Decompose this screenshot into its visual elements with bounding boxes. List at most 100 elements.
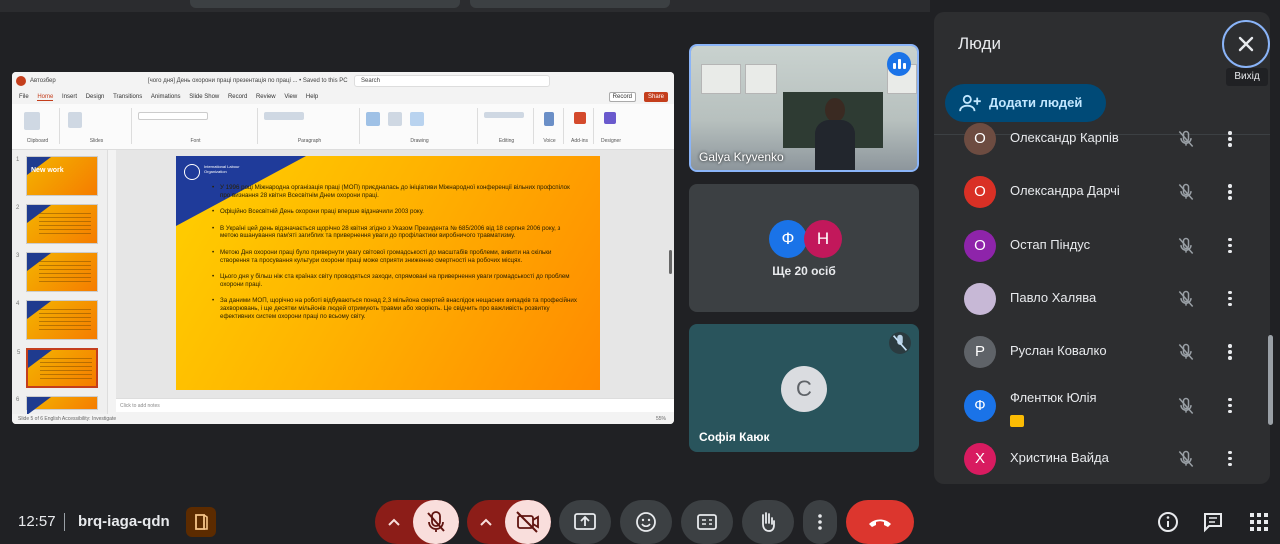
- participant-options-icon[interactable]: [1224, 127, 1236, 151]
- new-slide-icon[interactable]: [68, 112, 82, 128]
- participant-options-icon[interactable]: [1224, 287, 1236, 311]
- shapes-icon[interactable]: [366, 112, 380, 126]
- add-person-icon: [959, 94, 981, 112]
- close-panel-button[interactable]: [1222, 20, 1270, 68]
- slide-thumbnail-4[interactable]: 4: [16, 300, 98, 340]
- mic-off-icon[interactable]: [1176, 289, 1196, 309]
- camera-off-icon: [516, 511, 539, 533]
- menu-insert[interactable]: Insert: [62, 94, 77, 100]
- avatar: О: [964, 176, 996, 209]
- mic-off-icon[interactable]: [1176, 342, 1196, 362]
- menu-review[interactable]: Review: [256, 94, 276, 100]
- end-call-button[interactable]: [846, 500, 914, 544]
- mic-off-icon[interactable]: [1176, 236, 1196, 256]
- paste-icon[interactable]: [24, 112, 40, 130]
- participant-name: Олександр Карпів: [1010, 130, 1119, 145]
- camera-toggle-button[interactable]: [505, 500, 551, 544]
- others-tile[interactable]: Ф Н Ще 20 осіб: [689, 184, 919, 312]
- slide-body: У 1996 році Міжнародна організація праці…: [210, 184, 580, 329]
- dictate-icon[interactable]: [544, 112, 554, 126]
- mic-off-icon[interactable]: [1176, 449, 1196, 469]
- mic-off-icon[interactable]: [1176, 129, 1196, 149]
- slide-scrollbar[interactable]: [669, 250, 672, 274]
- addins-icon[interactable]: [574, 112, 586, 124]
- panel-scrollbar[interactable]: [1268, 335, 1273, 425]
- divider: [64, 513, 65, 531]
- powerpoint-logo-icon: [16, 76, 26, 86]
- menu-transitions[interactable]: Transitions: [113, 94, 142, 100]
- mic-control[interactable]: [375, 500, 459, 544]
- participant-options-icon[interactable]: [1224, 234, 1236, 258]
- designer-icon[interactable]: [604, 112, 616, 124]
- presentation-tile[interactable]: Автозбер [чого дня] День охорони праці п…: [12, 72, 674, 424]
- speaker-video-tile[interactable]: Galya Kryvenko: [689, 44, 919, 172]
- participants-list: О Олександр Карпів О Олександра Дарчі О Остап…: [934, 123, 1270, 484]
- menu-design[interactable]: Design: [86, 94, 105, 100]
- slide-canvas[interactable]: International Labour Organization У 1996…: [116, 150, 674, 398]
- speaker-person: [815, 98, 855, 170]
- participant-row[interactable]: О Олександра Дарчі: [934, 166, 1270, 219]
- mic-off-icon[interactable]: [1176, 396, 1196, 416]
- meeting-details-button[interactable]: [1156, 510, 1180, 534]
- font-select[interactable]: [138, 112, 208, 120]
- menu-help[interactable]: Help: [306, 94, 318, 100]
- emoji-button[interactable]: [620, 500, 672, 544]
- participant-row[interactable]: Р Руслан Ковалко: [934, 326, 1270, 379]
- participant-row[interactable]: Х Христина Вайда: [934, 433, 1270, 484]
- menu-file[interactable]: File: [19, 94, 29, 100]
- menu-slideshow[interactable]: Slide Show: [189, 94, 219, 100]
- arrange-icon[interactable]: [388, 112, 402, 126]
- participant-name: Олександра Дарчі: [1010, 183, 1120, 199]
- raise-hand-icon: [762, 512, 775, 532]
- current-slide[interactable]: International Labour Organization У 1996…: [176, 156, 600, 390]
- wall-poster: [745, 64, 777, 94]
- participant-options-icon[interactable]: [1224, 394, 1236, 418]
- bullets-icon[interactable]: [264, 112, 304, 120]
- zoom-level[interactable]: 55%: [656, 414, 666, 424]
- activities-button[interactable]: [1247, 510, 1271, 534]
- participant-row[interactable]: Павло Халява: [934, 273, 1270, 326]
- participant-options-icon[interactable]: [1224, 447, 1236, 471]
- captions-button[interactable]: [681, 500, 733, 544]
- chat-button[interactable]: [1201, 510, 1225, 534]
- participant-name: Софія Каюк: [699, 430, 770, 444]
- share-button[interactable]: Share: [643, 92, 668, 102]
- menu-record[interactable]: Record: [228, 94, 247, 100]
- ppt-search-box[interactable]: Search: [354, 75, 550, 87]
- chevron-up-icon[interactable]: [375, 500, 413, 544]
- add-people-label: Додати людей: [989, 95, 1083, 110]
- participant-tile[interactable]: С Софія Каюк: [689, 324, 919, 452]
- meeting-code: brq-iaga-qdn: [78, 513, 170, 530]
- more-options-button[interactable]: [803, 500, 837, 544]
- more-options-icon: [818, 514, 822, 530]
- host-controls-button[interactable]: [186, 507, 216, 537]
- quick-styles-icon[interactable]: [410, 112, 424, 126]
- slide-thumbnail-5[interactable]: 5: [17, 348, 98, 388]
- menu-home[interactable]: Home: [37, 94, 54, 101]
- find-replace-icon[interactable]: [484, 112, 524, 118]
- participant-row[interactable]: О Олександр Карпів: [934, 113, 1270, 166]
- participant-options-icon[interactable]: [1224, 180, 1236, 204]
- participant-row[interactable]: Ф Флентюк Юлія: [934, 380, 1270, 433]
- slide-thumbnail-2[interactable]: 2: [16, 204, 98, 244]
- raise-hand-button[interactable]: [742, 500, 794, 544]
- menu-view[interactable]: View: [284, 94, 297, 100]
- present-button[interactable]: [559, 500, 611, 544]
- chevron-up-icon[interactable]: [467, 500, 505, 544]
- record-button[interactable]: Record: [608, 92, 636, 102]
- participant-row[interactable]: О Остап Піндус: [934, 220, 1270, 273]
- menu-animations[interactable]: Animations: [151, 94, 181, 100]
- mic-toggle-button[interactable]: [413, 500, 459, 544]
- participant-options-icon[interactable]: [1224, 340, 1236, 364]
- mic-off-icon[interactable]: [1176, 182, 1196, 202]
- slide-thumbnail-6[interactable]: 6: [16, 396, 98, 415]
- ribbon-group-editing: Editing: [480, 108, 534, 144]
- slide-thumbnail-3[interactable]: 3: [16, 252, 98, 292]
- notes-pane[interactable]: Click to add notes: [116, 398, 674, 412]
- avatar: С: [781, 366, 827, 412]
- camera-control[interactable]: [467, 500, 551, 544]
- ribbon-group-slides: Slides: [62, 108, 132, 144]
- close-icon: [1238, 36, 1254, 52]
- panel-title: Люди: [958, 34, 1001, 53]
- slide-thumbnail-1[interactable]: 1 New work: [16, 156, 98, 196]
